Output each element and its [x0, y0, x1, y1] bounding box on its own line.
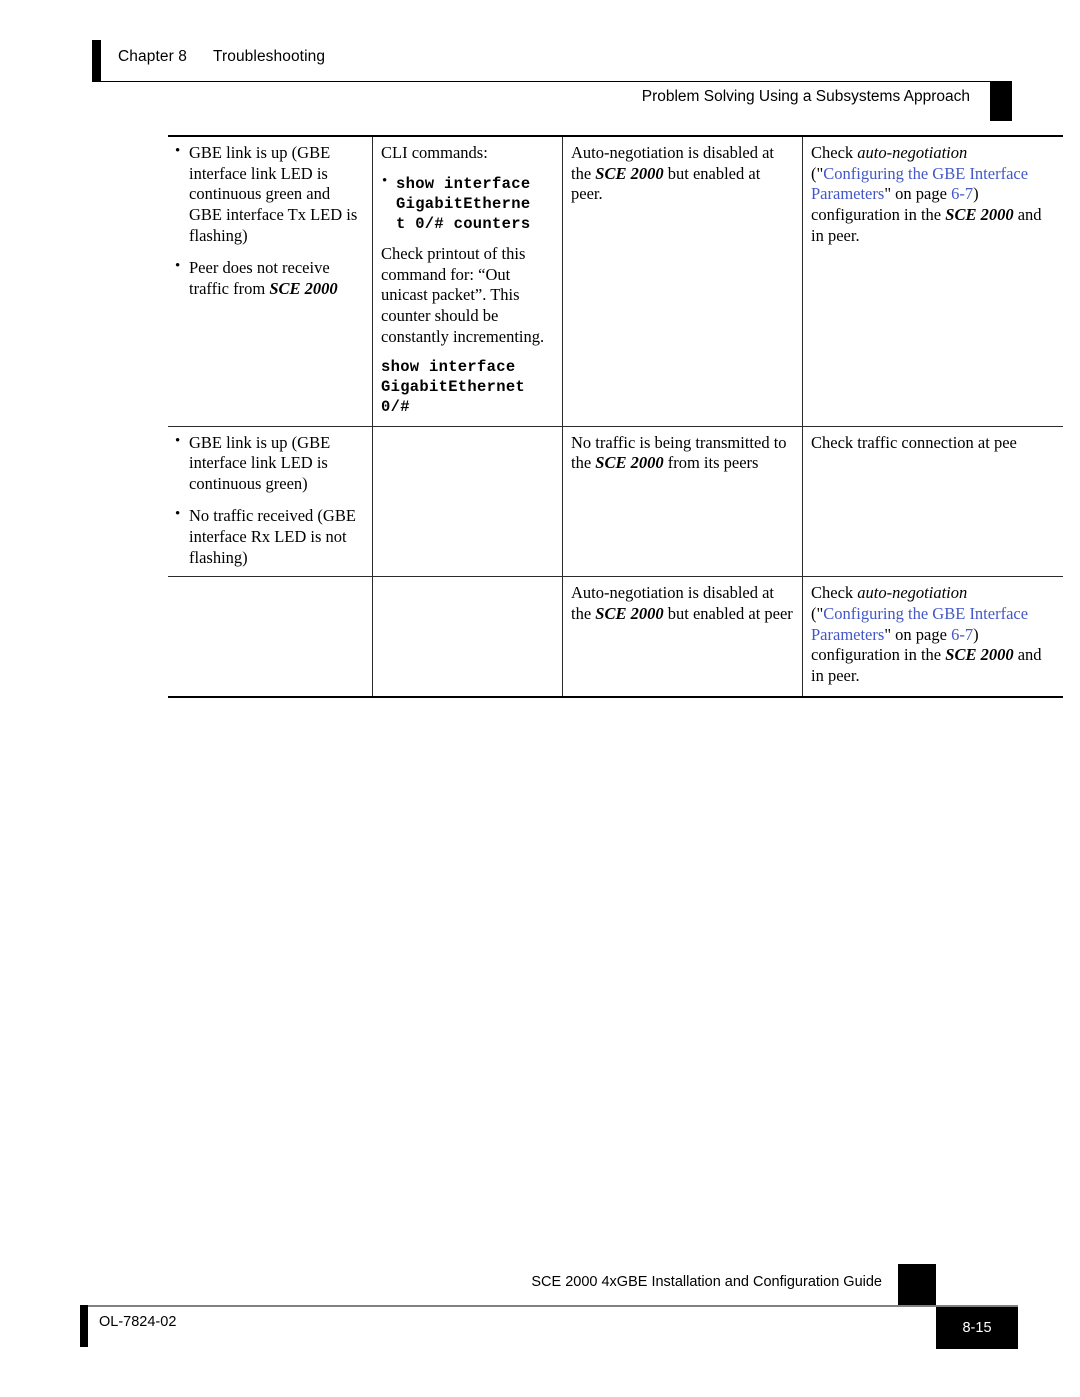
text-run: ("	[811, 163, 824, 183]
text-run: ("	[811, 603, 824, 623]
emphasis-auto-negotiation: auto-negotiation	[857, 143, 968, 162]
problem-text: No traffic is being transmitted to the S…	[571, 433, 794, 474]
running-header-left: Chapter 8 Troubleshooting	[92, 40, 1012, 82]
cli-command-block: show interface GigabitEthernet 0/#	[381, 357, 554, 417]
footer-rule	[80, 1305, 1018, 1307]
page-reference-link[interactable]: 6-7	[951, 625, 973, 644]
footer-accent-bar	[80, 1305, 88, 1347]
table-row: GBE link is up (GBE interface link LED i…	[168, 426, 1063, 578]
footer-thumb-tab	[898, 1264, 936, 1307]
list-item: GBE link is up (GBE interface link LED i…	[174, 143, 364, 246]
cell-symptom: GBE link is up (GBE interface link LED i…	[168, 134, 373, 427]
symptom-bullet-list: GBE link is up (GBE interface link LED i…	[174, 143, 364, 299]
cell-problem: Auto-negotiation is disabled at the SCE …	[562, 576, 803, 699]
cli-command-bullet-list: show interfaceGigabitEthernet 0/# counte…	[381, 172, 554, 234]
cell-solution: Check traffic connection at pee	[802, 426, 1063, 578]
text-run: Check	[811, 583, 858, 603]
emphasis-sce-2000: SCE 2000	[269, 278, 338, 298]
document-page: Chapter 8 Troubleshooting Problem Solving…	[0, 0, 1080, 1397]
cell-solution: Check auto-negotiation ("Configuring the…	[802, 134, 1063, 427]
emphasis-auto-negotiation: auto-negotiation	[857, 583, 968, 603]
cross-reference-link[interactable]: Configuring the GBE	[823, 604, 965, 623]
cell-problem: No traffic is being transmitted to the S…	[562, 426, 803, 578]
cell-check	[372, 576, 563, 699]
cli-line: show interface	[396, 174, 531, 193]
emphasis-sce-2000: SCE 2000	[595, 603, 664, 623]
cli-line: GigabitEthernet	[381, 378, 526, 397]
emphasis-sce-2000: SCE 2000	[945, 204, 1014, 224]
solution-text: Check traffic connection at pee	[811, 432, 1017, 452]
header-section-title: Problem Solving Using a Subsystems Appro…	[641, 88, 970, 105]
table-row: Auto-negotiation is disabled at the SCE …	[168, 576, 1063, 699]
cell-problem: Auto-negotiation is disabled at the SCE …	[562, 134, 803, 427]
check-paragraph: Check printout of this command for: “Out…	[381, 244, 545, 346]
cli-line: GigabitEtherne	[396, 194, 531, 213]
header-thumb-tab	[990, 81, 1012, 121]
text-run: from its peers	[663, 453, 759, 473]
list-item: Peer does not receive traffic from SCE 2…	[174, 257, 364, 299]
solution-text: Check auto-negotiation ("Configuring the…	[811, 143, 1055, 246]
cli-line: t 0/# counters	[396, 214, 531, 233]
header-chapter: Chapter 8 Troubleshooting	[118, 48, 325, 66]
list-item: GBE link is up (GBE interface link LED i…	[174, 433, 364, 495]
problem-text: Auto-negotiation is disabled at the SCE …	[571, 143, 794, 205]
cross-reference-link[interactable]: Configuring the GBE	[823, 164, 965, 183]
check-intro: CLI commands:	[381, 143, 488, 162]
header-chapter-number: Chapter 8	[118, 48, 187, 65]
footer-page-number: 8-15	[962, 1320, 992, 1336]
troubleshooting-table: GBE link is up (GBE interface link LED i…	[168, 134, 1063, 699]
symptom-bullet-list: GBE link is up (GBE interface link LED i…	[174, 433, 364, 569]
emphasis-sce-2000: SCE 2000	[945, 645, 1014, 665]
running-header-right: Problem Solving Using a Subsystems Appro…	[600, 81, 1012, 121]
emphasis-sce-2000: SCE 2000	[595, 163, 664, 183]
header-accent-bar	[92, 40, 101, 82]
text-run: " on page	[884, 624, 952, 644]
cell-check: CLI commands: show interfaceGigabitEther…	[372, 134, 563, 427]
footer-document-number: OL-7824-02	[99, 1314, 177, 1330]
text-run: Check	[811, 143, 858, 162]
cell-solution: Check auto-negotiation ("Configuring the…	[802, 576, 1063, 699]
cli-line: 0/#	[381, 398, 410, 417]
text-run: but enabled at peer	[663, 603, 793, 623]
cell-symptom	[168, 576, 373, 699]
table-row: GBE link is up (GBE interface link LED i…	[168, 134, 1063, 427]
list-item: No traffic received (GBE interface Rx LE…	[174, 505, 364, 568]
problem-text: Auto-negotiation is disabled at the SCE …	[571, 583, 794, 624]
text-run: " on page	[884, 184, 952, 204]
solution-text: Check auto-negotiation ("Configuring the…	[811, 583, 1055, 686]
cell-check	[372, 426, 563, 578]
cli-line: show interface	[381, 358, 516, 377]
footer-document-title: SCE 2000 4xGBE Installation and Configur…	[531, 1274, 882, 1290]
header-chapter-title: Troubleshooting	[212, 48, 326, 65]
list-item: show interfaceGigabitEthernet 0/# counte…	[381, 172, 554, 234]
page-reference-link[interactable]: 6-7	[951, 184, 973, 203]
emphasis-sce-2000: SCE 2000	[595, 453, 664, 473]
cell-symptom: GBE link is up (GBE interface link LED i…	[168, 426, 373, 578]
